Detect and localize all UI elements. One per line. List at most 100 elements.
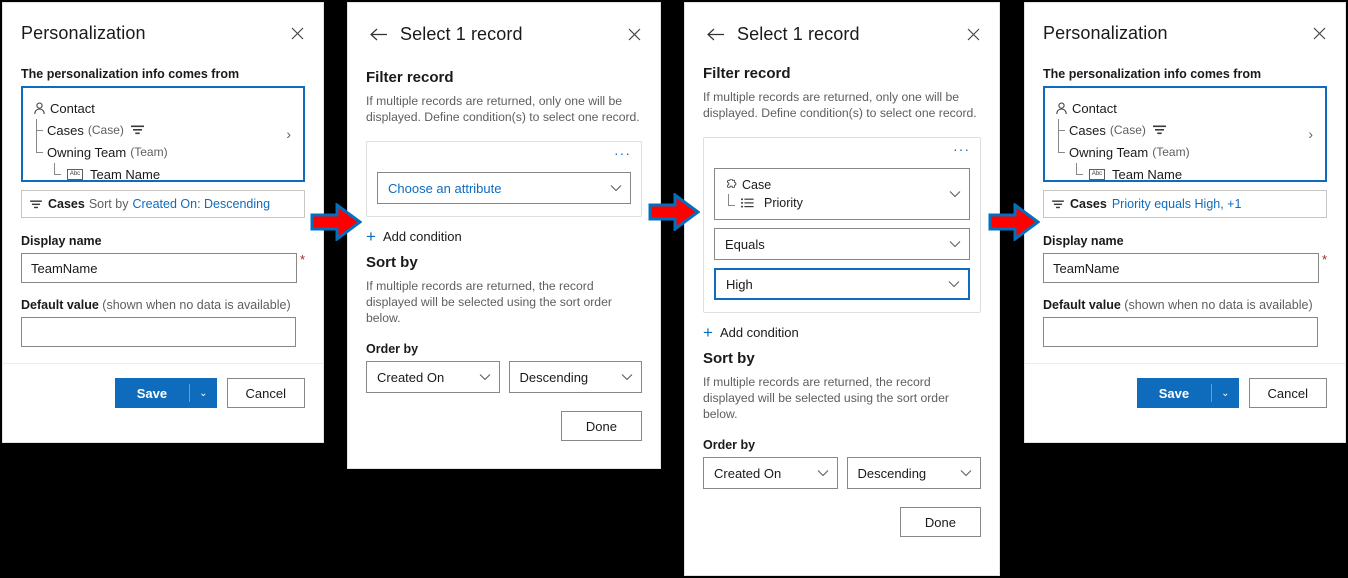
cancel-button[interactable]: Cancel [1248,378,1327,408]
order-direction-dropdown[interactable]: Descending [846,457,981,489]
attribute-dropdown-value: Choose an attribute [388,180,502,196]
done-button[interactable]: Done [899,507,981,537]
sort-by-description: If multiple records are returned, the re… [366,279,612,325]
overflow-menu-icon[interactable]: ··· [377,146,631,164]
overflow-menu-icon[interactable]: ··· [714,142,970,160]
arrow-step-3 [988,203,1040,241]
close-icon[interactable] [285,21,309,45]
sort-by-heading: Sort by [703,350,755,367]
order-direction-value: Descending [519,369,589,385]
filter-record-description: If multiple records are returned, only o… [703,90,977,120]
filter-record-description: If multiple records are returned, only o… [366,94,640,124]
display-name-input[interactable]: TeamName [21,253,297,283]
order-direction-value: Descending [857,465,927,481]
attribute-field-label: Priority [764,196,803,210]
order-field-dropdown[interactable]: Created On [703,457,838,489]
condition-value-dropdown[interactable]: High [714,268,970,300]
attribute-field-row: Priority [725,194,943,212]
close-icon[interactable] [961,22,985,46]
arrow-step-1 [310,203,362,241]
close-icon[interactable] [1307,21,1331,45]
default-value-label: Default value (shown when no data is ava… [21,298,305,312]
cancel-button[interactable]: Cancel [226,378,305,408]
save-button[interactable]: Save ⌄ [1136,378,1239,408]
order-direction-dropdown[interactable]: Descending [508,361,642,393]
tree-item-label: Owning Team [1069,144,1149,160]
add-condition-button[interactable]: + Add condition [366,228,642,245]
tree-item-contact[interactable]: Contact [1055,97,1306,119]
back-arrow-icon[interactable] [366,21,392,47]
condition-card: ··· Case Priority Equals High [703,137,981,313]
attribute-entity-row: Case [725,176,943,194]
operator-dropdown[interactable]: Equals [714,228,970,260]
default-value-input[interactable] [21,317,296,347]
required-marker: * [1321,252,1327,267]
filter-icon[interactable] [130,125,148,135]
attribute-dropdown[interactable]: Case Priority [714,168,970,220]
select-record-panel-empty: Select 1 record Filter record If multipl… [347,2,661,469]
chevron-down-icon [610,184,622,192]
done-button[interactable]: Done [560,411,642,441]
tree-item-cases[interactable]: Cases (Case) [1055,119,1306,141]
required-marker: * [299,252,305,267]
tree-item-cases[interactable]: Cases (Case) [33,119,284,141]
default-value-input[interactable] [1043,317,1318,347]
condition-value: High [726,276,753,292]
add-condition-button[interactable]: + Add condition [703,322,981,342]
filter-icon[interactable] [1152,125,1170,135]
display-name-input[interactable]: TeamName [1043,253,1319,283]
chevron-down-icon [621,373,633,381]
tree-branch-line [33,141,47,163]
close-icon[interactable] [622,22,646,46]
abc-text-icon: Abc [67,168,83,180]
back-arrow-icon[interactable] [703,21,729,47]
chevron-right-icon[interactable]: › [1306,126,1315,142]
plus-icon: + [703,322,713,342]
save-button[interactable]: Save ⌄ [114,378,217,408]
footer-buttons: Done [366,393,642,441]
condition-card: ··· Choose an attribute [366,141,642,217]
attribute-dropdown[interactable]: Choose an attribute [377,172,631,204]
panel-header: Personalization [3,3,323,45]
sort-by-description: If multiple records are returned, the re… [703,375,949,421]
filter-icon [1052,199,1064,209]
filter-record-heading: Filter record [366,69,454,86]
save-button-label: Save [136,385,168,401]
order-by-row: Created On Descending [703,457,981,489]
done-button-label: Done [924,514,956,530]
attribute-entity-label: Case [742,178,772,192]
chevron-down-icon [949,190,961,198]
filter-summary-pill[interactable]: Cases Priority equals High, +1 [1043,190,1327,218]
select-record-panel-filled: Select 1 record Filter record If multipl… [684,2,1000,576]
tree-item-entity: (Team) [130,145,168,159]
tree-item-contact[interactable]: Contact [33,97,284,119]
panel-header: Personalization [1025,3,1345,45]
sort-by-heading: Sort by [366,254,418,271]
summary-middle: Sort by [88,197,129,211]
chevron-right-icon[interactable]: › [284,126,293,142]
chevron-down-icon[interactable]: ⌄ [190,388,216,399]
save-button-label: Save [1158,385,1190,401]
tree-item-owning-team[interactable]: Owning Team (Team) [33,141,284,163]
optionset-list-icon [741,198,758,208]
source-tree[interactable]: Contact Cases (Case) Owning Team (Team) … [21,86,305,182]
tree-item-entity: (Case) [1109,123,1146,137]
source-label: The personalization info comes from [21,67,240,81]
filter-summary-pill[interactable]: Cases Sort by Created On: Descending [21,190,305,218]
order-field-dropdown[interactable]: Created On [366,361,500,393]
cancel-button-label: Cancel [245,385,286,401]
personalization-panel-before: Personalization The personalization info… [2,2,324,443]
footer-buttons: Save ⌄ Cancel [1025,364,1345,408]
tree-item-team-name[interactable]: Abc Team Name [33,163,284,185]
tree-item-team-name[interactable]: Abc Team Name [1055,163,1306,185]
tree-item-label: Contact [50,100,95,116]
tree-item-label: Cases [47,122,84,138]
chevron-down-icon[interactable]: ⌄ [1212,388,1238,399]
page-title: Select 1 record [737,23,860,44]
tree-item-owning-team[interactable]: Owning Team (Team) [1055,141,1306,163]
chevron-down-icon [948,280,960,288]
cancel-button-label: Cancel [1267,385,1308,401]
tree-branch-line [1055,141,1069,163]
source-tree[interactable]: Contact Cases (Case) Owning Team (Team) … [1043,86,1327,182]
default-value-label: Default value (shown when no data is ava… [1043,298,1327,312]
